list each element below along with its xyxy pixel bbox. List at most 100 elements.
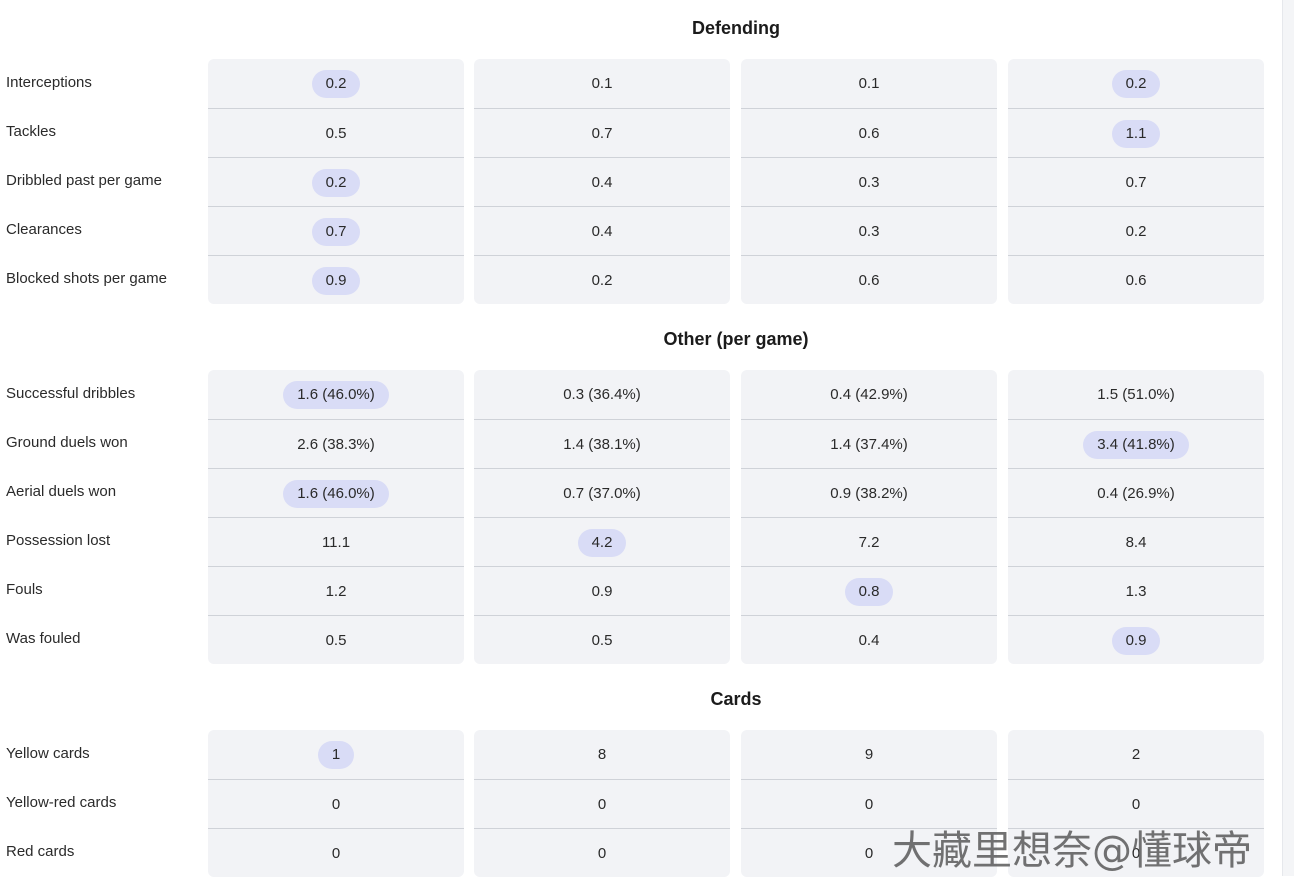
stat-cell: 0.9 [208, 255, 464, 304]
stat-value: 0.4 [591, 222, 613, 240]
stat-value: 2.6 (38.3%) [297, 435, 375, 453]
stat-value: 11.1 [321, 533, 351, 551]
stat-value: 0.5 [591, 631, 613, 649]
stat-cell: 0.5 [474, 615, 730, 664]
stat-value: 0 [864, 795, 874, 813]
best-value-badge: 0.2 [311, 69, 361, 98]
stat-value: 0.6 [858, 271, 880, 289]
player-column-4: 0.2 1.1 0.7 0.2 0.6 [1008, 59, 1264, 304]
best-value-badge: 1 [317, 740, 355, 769]
stat-value: 8 [597, 745, 607, 763]
best-value-badge: 3.4 (41.8%) [1083, 430, 1189, 459]
stat-cell: 0.2 [474, 255, 730, 304]
stat-value: 1.4 (38.1%) [563, 435, 641, 453]
row-label: Aerial duels won [6, 483, 117, 500]
stat-cell: 1.5 (51.0%) [1008, 370, 1264, 419]
stat-cell: 0.5 [208, 615, 464, 664]
stat-value: 0.5 [325, 631, 347, 649]
stat-cell: 1.6 (46.0%) [208, 370, 464, 419]
stat-value: 0.3 (36.4%) [563, 385, 641, 403]
stat-value: 1.2 [325, 582, 347, 600]
stat-value: 0.6 [858, 124, 880, 142]
stat-value: 0.3 [858, 222, 880, 240]
row-label: Possession lost [6, 532, 111, 549]
player-column-2: 0.3 (36.4%) 1.4 (38.1%) 0.7 (37.0%) 4.2 0.9 0… [474, 370, 730, 664]
stat-cell: 0.7 (37.0%) [474, 468, 730, 518]
stat-cell: 1.6 (46.0%) [208, 468, 464, 518]
stat-value: 0.7 (37.0%) [563, 484, 641, 502]
stat-cell: 0.6 [741, 255, 997, 304]
stat-cell: 0 [208, 779, 464, 829]
stat-cell: 0.4 [474, 206, 730, 256]
stat-cell: 3.4 (41.8%) [1008, 419, 1264, 469]
section-title: Cards [710, 689, 762, 709]
stat-cell: 0.7 [474, 108, 730, 158]
stat-cell: 0.9 [474, 566, 730, 616]
stat-cell: 11.1 [208, 517, 464, 567]
stat-cell: 9 [741, 730, 997, 779]
stat-value: 0.1 [858, 74, 880, 92]
stat-value: 1.3 [1125, 582, 1147, 600]
best-value-badge: 1.6 (46.0%) [283, 479, 389, 508]
stat-value: 0.4 [858, 631, 880, 649]
stat-cell: 0.6 [741, 108, 997, 158]
stat-cell: 0.3 [741, 157, 997, 207]
stat-cell: 1.4 (38.1%) [474, 419, 730, 469]
stat-cell: 0.1 [741, 59, 997, 108]
row-label: Yellow-red cards [6, 794, 117, 811]
player-column-3: 0.1 0.6 0.3 0.3 0.6 [741, 59, 997, 304]
stat-value: 0.5 [325, 124, 347, 142]
stat-cell: 1 [208, 730, 464, 779]
player-column-2: 0.1 0.7 0.4 0.4 0.2 [474, 59, 730, 304]
stat-cell: 0.5 [208, 108, 464, 158]
stat-cell: 0.9 [1008, 615, 1264, 664]
stat-cell: 0.4 [741, 615, 997, 664]
stat-cell: 1.4 (37.4%) [741, 419, 997, 469]
stat-cell: 1.2 [208, 566, 464, 616]
best-value-badge: 0.9 [311, 266, 361, 295]
stat-value: 1.4 (37.4%) [830, 435, 908, 453]
stat-value: 0.7 [591, 124, 613, 142]
row-label: Successful dribbles [6, 385, 136, 402]
stat-value: 0.2 [591, 271, 613, 289]
stat-value: 0.4 [591, 173, 613, 191]
stat-cell: 0.4 [474, 157, 730, 207]
page-scrollbar[interactable] [1282, 0, 1294, 876]
stat-cell: 0.6 [1008, 255, 1264, 304]
stat-cell: 0.7 [1008, 157, 1264, 207]
stat-cell: 0.4 (42.9%) [741, 370, 997, 419]
player-column-4: 1.5 (51.0%) 3.4 (41.8%) 0.4 (26.9%) 8.4 1.3 0… [1008, 370, 1264, 664]
section-title: Other (per game) [663, 329, 809, 349]
stat-value: 0 [597, 844, 607, 862]
stat-value: 2 [1131, 745, 1141, 763]
stat-value: 0.9 (38.2%) [830, 484, 908, 502]
row-label: Red cards [6, 843, 75, 860]
stat-value: 0 [331, 795, 341, 813]
stat-value: 0.2 [1125, 222, 1147, 240]
stat-cell: 0.9 (38.2%) [741, 468, 997, 518]
best-value-badge: 0.8 [844, 577, 894, 606]
stat-cell: 1.3 [1008, 566, 1264, 616]
row-label: Blocked shots per game [6, 270, 167, 287]
stat-cell: 8.4 [1008, 517, 1264, 567]
stat-cell: 7.2 [741, 517, 997, 567]
stat-value: 0 [597, 795, 607, 813]
best-value-badge: 0.2 [1111, 69, 1161, 98]
stat-cell: 0.3 [741, 206, 997, 256]
stat-cell: 1.1 [1008, 108, 1264, 158]
stat-cell: 0.4 (26.9%) [1008, 468, 1264, 518]
row-label: Yellow cards [6, 745, 90, 762]
stat-value: 1.5 (51.0%) [1097, 385, 1175, 403]
row-label: Was fouled [6, 630, 81, 647]
row-label: Dribbled past per game [6, 172, 162, 189]
section-title: Defending [692, 18, 780, 38]
stat-cell: 0.1 [474, 59, 730, 108]
stat-value: 7.2 [858, 533, 880, 551]
stat-cell: 2 [1008, 730, 1264, 779]
stat-cell: 0 [208, 828, 464, 877]
watermark-text: 大藏里想奈@懂球帝 [892, 828, 1252, 874]
player-column-1: 0.2 0.5 0.2 0.7 0.9 [208, 59, 464, 304]
stat-cell: 2.6 (38.3%) [208, 419, 464, 469]
stat-cell: 0.8 [741, 566, 997, 616]
player-column-2: 8 0 0 [474, 730, 730, 877]
